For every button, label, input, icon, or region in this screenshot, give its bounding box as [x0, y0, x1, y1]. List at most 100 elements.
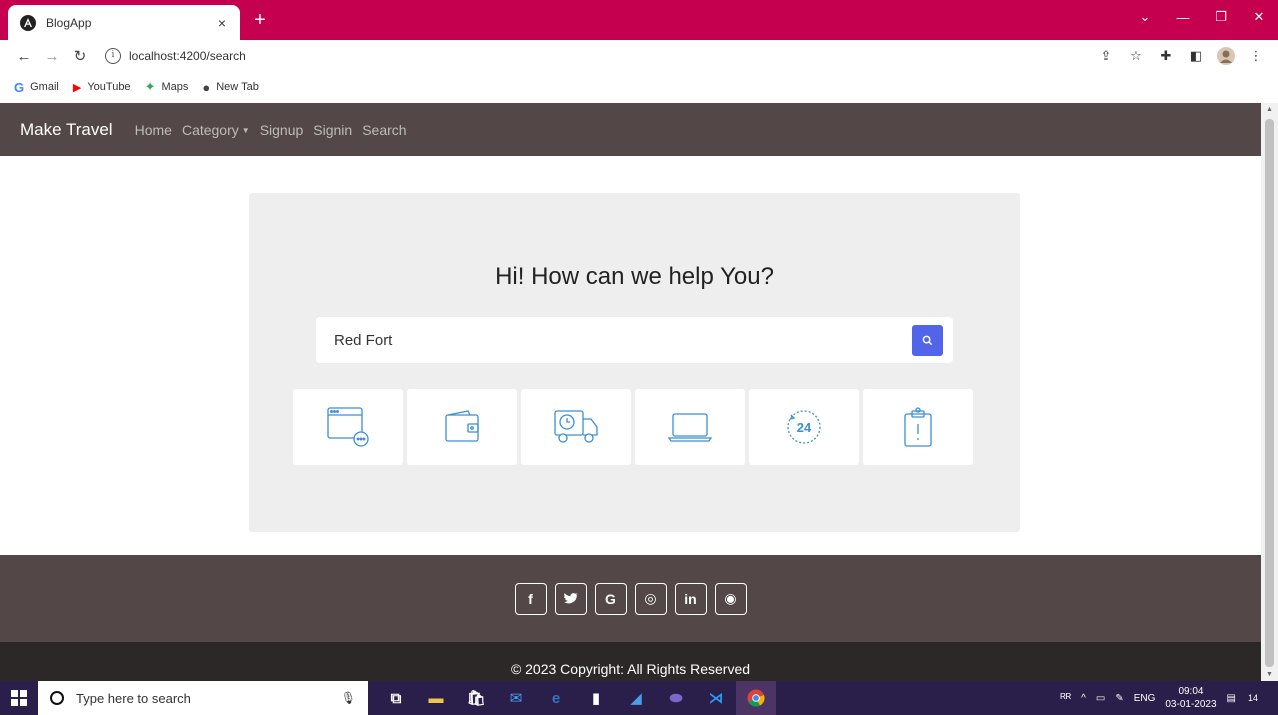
browser-toolbar: ← → ↻ i localhost:4200/search ⇪ ☆ ✚ ◧ ⋮: [0, 40, 1278, 72]
delivery-truck-icon: [554, 410, 598, 443]
taskbar-search-placeholder: Type here to search: [76, 690, 191, 706]
site-footer: f G ◎ in ◉: [0, 555, 1261, 642]
new-tab-button[interactable]: +: [250, 10, 270, 30]
windows-logo-icon: [11, 690, 27, 706]
file-explorer-icon[interactable]: ▬: [416, 681, 456, 715]
start-button[interactable]: [0, 681, 38, 715]
mail-icon[interactable]: ✉: [496, 681, 536, 715]
page-viewport: Make Travel Home Category ▼ Signup Signin…: [0, 103, 1261, 681]
card-24-hours[interactable]: 24: [749, 389, 859, 465]
clock-time: 09:04: [1178, 686, 1204, 697]
show-hidden-icon[interactable]: ^: [1081, 693, 1086, 704]
24-hours-label: 24: [797, 420, 812, 435]
notification-icon[interactable]: ▤ 14: [1227, 693, 1268, 704]
back-icon[interactable]: ←: [12, 44, 36, 68]
clock-date: 03-01-2023: [1165, 699, 1217, 710]
browser-window-icon: [327, 407, 369, 447]
forward-icon[interactable]: →: [40, 44, 64, 68]
window-controls: ⌄ — ❐ ✕: [1126, 0, 1278, 40]
nav-category[interactable]: Category ▼: [182, 122, 250, 138]
nav-signup[interactable]: Signup: [260, 122, 304, 138]
linkedin-icon[interactable]: in: [674, 582, 707, 615]
search-button[interactable]: [912, 325, 943, 356]
search-box: [316, 317, 953, 363]
microphone-icon[interactable]: 🎙: [341, 691, 356, 705]
pen-icon[interactable]: ✎: [1115, 693, 1123, 704]
menu-icon[interactable]: ⋮: [1244, 44, 1268, 68]
notepad-icon[interactable]: ▮: [576, 681, 616, 715]
tab-close-icon[interactable]: ×: [214, 15, 230, 31]
maps-icon: ✦: [144, 79, 156, 94]
google-icon[interactable]: G: [594, 582, 627, 615]
share-icon[interactable]: ⇪: [1094, 44, 1118, 68]
clock[interactable]: 09:04 03-01-2023: [1165, 685, 1216, 711]
url-text[interactable]: localhost:4200/search: [129, 49, 246, 63]
copyright-text: © 2023 Copyright: All Rights Reserved: [0, 642, 1261, 681]
minimize-icon[interactable]: —: [1164, 0, 1202, 34]
nav-home[interactable]: Home: [135, 122, 172, 138]
battery-icon[interactable]: ▭: [1096, 693, 1105, 704]
category-cards: 24: [293, 389, 973, 465]
site-brand[interactable]: Make Travel: [20, 120, 113, 140]
restore-icon[interactable]: ❐: [1202, 0, 1240, 34]
side-panel-icon[interactable]: ◧: [1184, 44, 1208, 68]
scroll-down-icon[interactable]: ▼: [1265, 671, 1274, 678]
java-installer-icon[interactable]: ◢: [616, 681, 656, 715]
bookmark-star-icon[interactable]: ☆: [1124, 44, 1148, 68]
toolbar-actions: ⇪ ☆ ✚ ◧ ⋮: [1094, 44, 1268, 68]
github-icon[interactable]: ◉: [714, 582, 747, 615]
nav-category-label: Category: [181, 121, 239, 138]
clipboard-icon: [904, 407, 932, 447]
vscode-icon[interactable]: ⋊: [696, 681, 736, 715]
people-icon[interactable]: ᴿᴿ: [1060, 691, 1071, 705]
eclipse-icon[interactable]: ⬬: [656, 681, 696, 715]
card-clipboard[interactable]: [863, 389, 973, 465]
card-delivery[interactable]: [521, 389, 631, 465]
bookmark-youtube[interactable]: ▶ YouTube: [73, 81, 131, 94]
bookmark-label: YouTube: [87, 81, 131, 93]
profile-avatar[interactable]: [1214, 44, 1238, 68]
site-navbar: Make Travel Home Category ▼ Signup Signin…: [0, 103, 1261, 156]
tab-search-icon[interactable]: ⌄: [1126, 0, 1164, 34]
windows-taskbar: Type here to search 🎙 ⧉ ▬ 🛍 ✉ e ▮ ◢ ⬬ ⋊ …: [0, 681, 1278, 715]
bookmark-new-tab[interactable]: ● New Tab: [202, 80, 258, 95]
language-indicator[interactable]: ENG: [1134, 693, 1156, 704]
card-laptop[interactable]: [635, 389, 745, 465]
nav-signin[interactable]: Signin: [313, 122, 352, 138]
search-input[interactable]: [334, 329, 894, 351]
card-wallet[interactable]: [407, 389, 517, 465]
bookmark-gmail[interactable]: G Gmail: [14, 80, 59, 95]
browser-tab[interactable]: BlogApp ×: [8, 5, 240, 40]
task-view-icon[interactable]: ⧉: [376, 681, 416, 715]
bookmark-label: New Tab: [216, 81, 259, 93]
laptop-icon: [667, 413, 713, 442]
browser-tabstrip: BlogApp × + ⌄ — ❐ ✕: [0, 0, 1278, 40]
page-scrollbar[interactable]: ▲ ▼: [1261, 103, 1278, 681]
bookmark-maps[interactable]: ✦ Maps: [145, 79, 189, 95]
bookmarks-bar: G Gmail ▶ YouTube ✦ Maps ● New Tab: [0, 72, 1278, 102]
edge-icon[interactable]: e: [536, 681, 576, 715]
card-browser[interactable]: [293, 389, 403, 465]
store-icon[interactable]: 🛍: [456, 681, 496, 715]
info-icon[interactable]: i: [105, 48, 121, 64]
scroll-up-icon[interactable]: ▲: [1265, 106, 1274, 113]
youtube-icon: ▶: [72, 81, 82, 94]
nav-search[interactable]: Search: [362, 122, 406, 138]
chat-bubble-icon: ▤: [1226, 692, 1236, 704]
scrollbar-thumb[interactable]: [1265, 119, 1274, 667]
caret-down-icon: ▼: [241, 126, 250, 136]
extensions-icon[interactable]: ✚: [1154, 44, 1178, 68]
reload-icon[interactable]: ↻: [68, 44, 92, 68]
bookmark-label: Gmail: [30, 81, 59, 93]
chrome-icon[interactable]: [736, 681, 776, 715]
globe-icon: ●: [202, 79, 211, 95]
24-hours-icon: 24: [787, 410, 821, 444]
angular-icon: [20, 14, 36, 31]
close-window-icon[interactable]: ✕: [1240, 0, 1278, 34]
facebook-icon[interactable]: f: [514, 582, 547, 615]
wallet-icon: [445, 410, 479, 442]
instagram-icon[interactable]: ◎: [634, 582, 667, 615]
twitter-icon[interactable]: [554, 582, 587, 615]
taskbar-search[interactable]: Type here to search 🎙: [38, 681, 368, 715]
address-bar[interactable]: i localhost:4200/search: [105, 43, 1155, 69]
